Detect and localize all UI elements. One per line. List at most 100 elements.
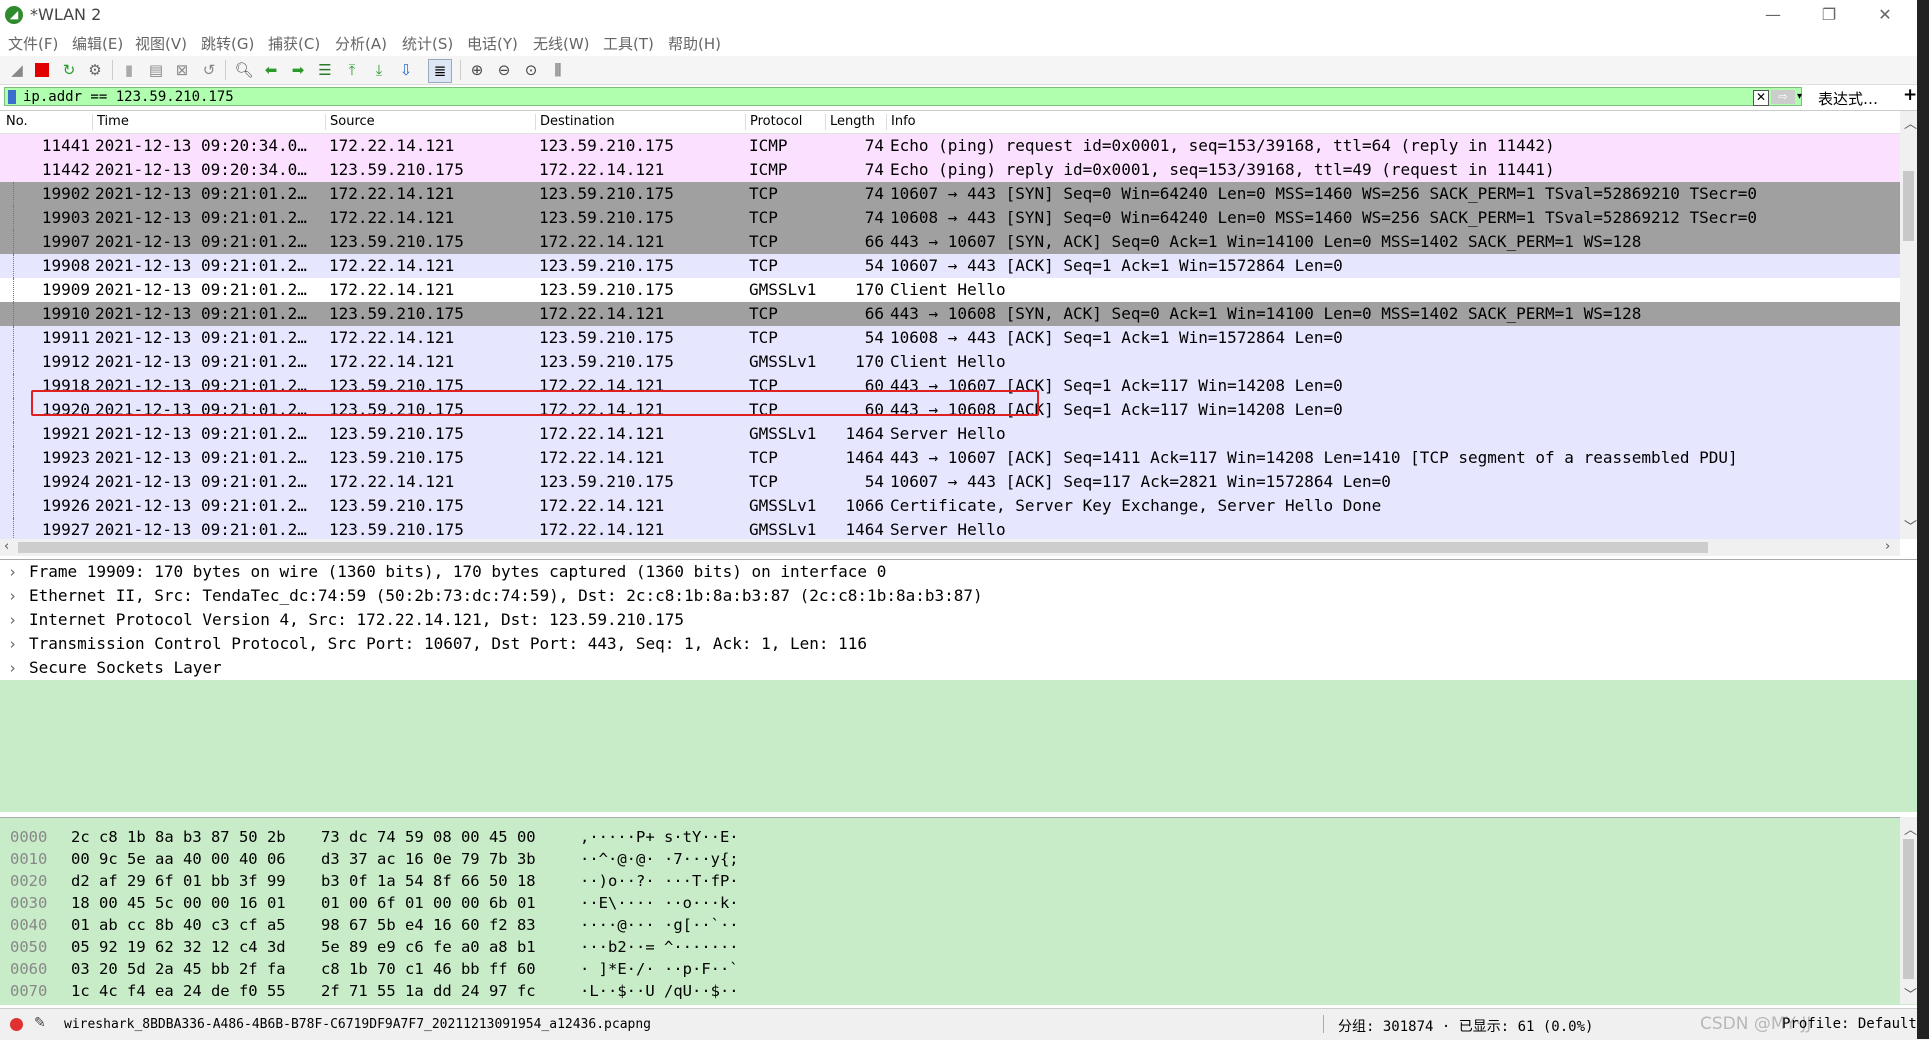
cell-protocol: GMSSLv1 [749,424,817,443]
detail-ipv4[interactable]: › Internet Protocol Version 4, Src: 172.2… [0,608,1917,632]
chevron-right-icon[interactable]: › [1885,539,1890,554]
table-row-selected[interactable]: 19909 2021-12-13 09:21:01.2… 172.22.14.121… [0,278,1900,302]
detail-frame[interactable]: › Frame 19909: 170 bytes on wire (1360 bi… [0,560,1917,584]
zoom-reset-icon[interactable]: ⊙ [520,59,542,81]
forward-arrow-icon[interactable]: ➡ [287,59,309,81]
packet-list-horizontal-scrollbar[interactable]: ‹ › [0,539,1900,556]
table-row[interactable]: 19911 2021-12-13 09:21:01.2… 172.22.14.121… [0,326,1900,350]
hex-row[interactable]: 0050 05 92 19 62 32 12 c4 3d 5e 89 e9 c6 f… [0,936,1917,958]
hex-row[interactable]: 0060 03 20 5d 2a 45 bb 2f fa c8 1b 70 c1 4… [0,958,1917,980]
chevron-right-icon[interactable]: › [8,608,17,632]
chevron-down-icon[interactable]: ﹀ [1904,516,1917,535]
hex-row[interactable]: 0070 1c 4c f4 ea 24 de f0 55 2f 71 55 1a d… [0,980,1917,1002]
capture-status-icon[interactable] [10,1018,23,1031]
menu-help[interactable]: 帮助(H) [668,33,721,54]
menu-edit[interactable]: 编辑(E) [72,33,123,54]
apply-filter-icon[interactable]: ⇨ [1771,90,1795,104]
back-arrow-icon[interactable]: ⬅ [260,59,282,81]
bytes-vertical-scrollbar[interactable]: ︿ ﹀ [1900,817,1917,1004]
toolbar-separator [225,60,226,80]
resize-columns-icon[interactable]: ⫼ [547,59,569,81]
cell-info: Server Hello [890,424,1006,443]
shark-fin-start-icon[interactable]: ◢ [6,59,28,81]
profile-label[interactable]: Profile: Default [1782,1016,1917,1032]
chevron-left-icon[interactable]: ‹ [4,539,9,554]
table-row[interactable]: 19910 2021-12-13 09:21:01.2… 123.59.210.17… [0,302,1900,326]
colorize-icon[interactable]: ≣ [428,59,452,83]
add-filter-button[interactable]: + [1903,85,1917,105]
edit-comment-icon[interactable]: ✎ [34,1015,46,1031]
scroll-thumb[interactable] [18,542,1708,553]
hex-row[interactable]: 0010 00 9c 5e aa 40 00 40 06 d3 37 ac 16 0… [0,848,1917,870]
chevron-up-icon[interactable]: ︿ [1904,819,1917,838]
zoom-in-icon[interactable]: ⊕ [466,59,488,81]
menu-tools[interactable]: 工具(T) [603,33,654,54]
hex-row[interactable]: 0040 01 ab cc 8b 40 c3 cf a5 98 67 5b e4 1… [0,914,1917,936]
detail-ssl[interactable]: › Secure Sockets Layer [0,656,1917,680]
detail-tcp[interactable]: › Transmission Control Protocol, Src Port… [0,632,1917,656]
table-row[interactable]: 11442 2021-12-13 09:20:34.0… 123.59.210.17… [0,158,1900,182]
column-header-protocol[interactable]: Protocol [745,114,802,130]
last-packet-icon[interactable]: ⤓ [368,59,390,81]
scroll-thumb[interactable] [1903,171,1914,241]
column-header-source[interactable]: Source [325,114,375,130]
clear-filter-icon[interactable]: ✕ [1753,90,1769,106]
scroll-thumb[interactable] [1903,839,1914,979]
table-row[interactable]: 11441 2021-12-13 09:20:34.0… 172.22.14.121… [0,134,1900,158]
column-header-info[interactable]: Info [886,114,916,130]
menu-go[interactable]: 跳转(G) [201,33,254,54]
restore-icon[interactable]: ❐ [1806,2,1852,28]
chevron-up-icon[interactable]: ︿ [1904,113,1917,132]
zoom-out-icon[interactable]: ⊖ [493,59,515,81]
first-packet-icon[interactable]: ⤒ [341,59,363,81]
options-gear-icon[interactable]: ⚙ [84,59,106,81]
menu-file[interactable]: 文件(F) [8,33,58,54]
close-icon[interactable]: ✕ [1862,2,1908,28]
open-file-icon[interactable]: ▮ [118,59,140,81]
table-row[interactable]: 19908 2021-12-13 09:21:01.2… 172.22.14.121… [0,254,1900,278]
minimize-icon[interactable]: — [1750,2,1796,28]
hex-row[interactable]: 0000 2c c8 1b 8a b3 87 50 2b 73 dc 74 59 0… [0,826,1917,848]
find-icon[interactable]: 🔍︎ [233,59,255,81]
table-row[interactable]: 19920 2021-12-13 09:21:01.2… 123.59.210.17… [0,398,1900,422]
table-row[interactable]: 19907 2021-12-13 09:21:01.2… 123.59.210.17… [0,230,1900,254]
menu-capture[interactable]: 捕获(C) [268,33,320,54]
column-header-length[interactable]: Length [825,114,875,130]
autoscroll-icon[interactable]: ⇩ [395,59,417,81]
chevron-right-icon[interactable]: › [8,560,17,584]
table-row[interactable]: 19902 2021-12-13 09:21:01.2… 172.22.14.121… [0,182,1900,206]
menu-analyze[interactable]: 分析(A) [335,33,387,54]
file-icon[interactable]: ▤ [145,59,167,81]
packet-list-vertical-scrollbar[interactable]: ︿ ﹀ [1900,111,1917,539]
display-filter-input[interactable]: ip.addr == 123.59.210.175 ✕ ⇨ ▾ [4,87,1802,106]
stop-icon[interactable] [31,59,53,81]
menu-telephony[interactable]: 电话(Y) [467,33,518,54]
hex-row[interactable]: 0030 18 00 45 5c 00 00 16 01 01 00 6f 01 0… [0,892,1917,914]
expression-button[interactable]: 表达式… [1818,88,1878,109]
close-file-icon[interactable]: ⊠ [171,59,193,81]
chevron-down-icon[interactable]: ▾ [1797,90,1807,104]
detail-ethernet[interactable]: › Ethernet II, Src: TendaTec_dc:74:59 (50… [0,584,1917,608]
chevron-right-icon[interactable]: › [8,656,17,680]
table-row[interactable]: 19923 2021-12-13 09:21:01.2… 123.59.210.17… [0,446,1900,470]
menu-view[interactable]: 视图(V) [135,33,187,54]
table-row[interactable]: 19924 2021-12-13 09:21:01.2… 172.22.14.121… [0,470,1900,494]
goto-packet-icon[interactable]: ☰ [314,59,336,81]
table-row[interactable]: 19918 2021-12-13 09:21:01.2… 123.59.210.17… [0,374,1900,398]
reload-icon[interactable]: ↺ [198,59,220,81]
menu-wireless[interactable]: 无线(W) [533,33,590,54]
chevron-right-icon[interactable]: › [8,584,17,608]
hex-row[interactable]: 0020 d2 af 29 6f 01 bb 3f 99 b3 0f 1a 54 8… [0,870,1917,892]
table-row[interactable]: 19903 2021-12-13 09:21:01.2… 172.22.14.121… [0,206,1900,230]
restart-icon[interactable]: ↻ [58,59,80,81]
column-header-time[interactable]: Time [92,114,129,130]
column-header-destination[interactable]: Destination [535,114,615,130]
bookmark-icon[interactable] [8,90,16,104]
column-header-no[interactable]: No. [2,114,28,130]
menu-statistics[interactable]: 统计(S) [402,33,453,54]
chevron-right-icon[interactable]: › [8,632,17,656]
table-row[interactable]: 19912 2021-12-13 09:21:01.2… 172.22.14.121… [0,350,1900,374]
table-row[interactable]: 19921 2021-12-13 09:21:01.2… 123.59.210.17… [0,422,1900,446]
table-row[interactable]: 19926 2021-12-13 09:21:01.2… 123.59.210.17… [0,494,1900,518]
chevron-down-icon[interactable]: ﹀ [1904,984,1917,1003]
